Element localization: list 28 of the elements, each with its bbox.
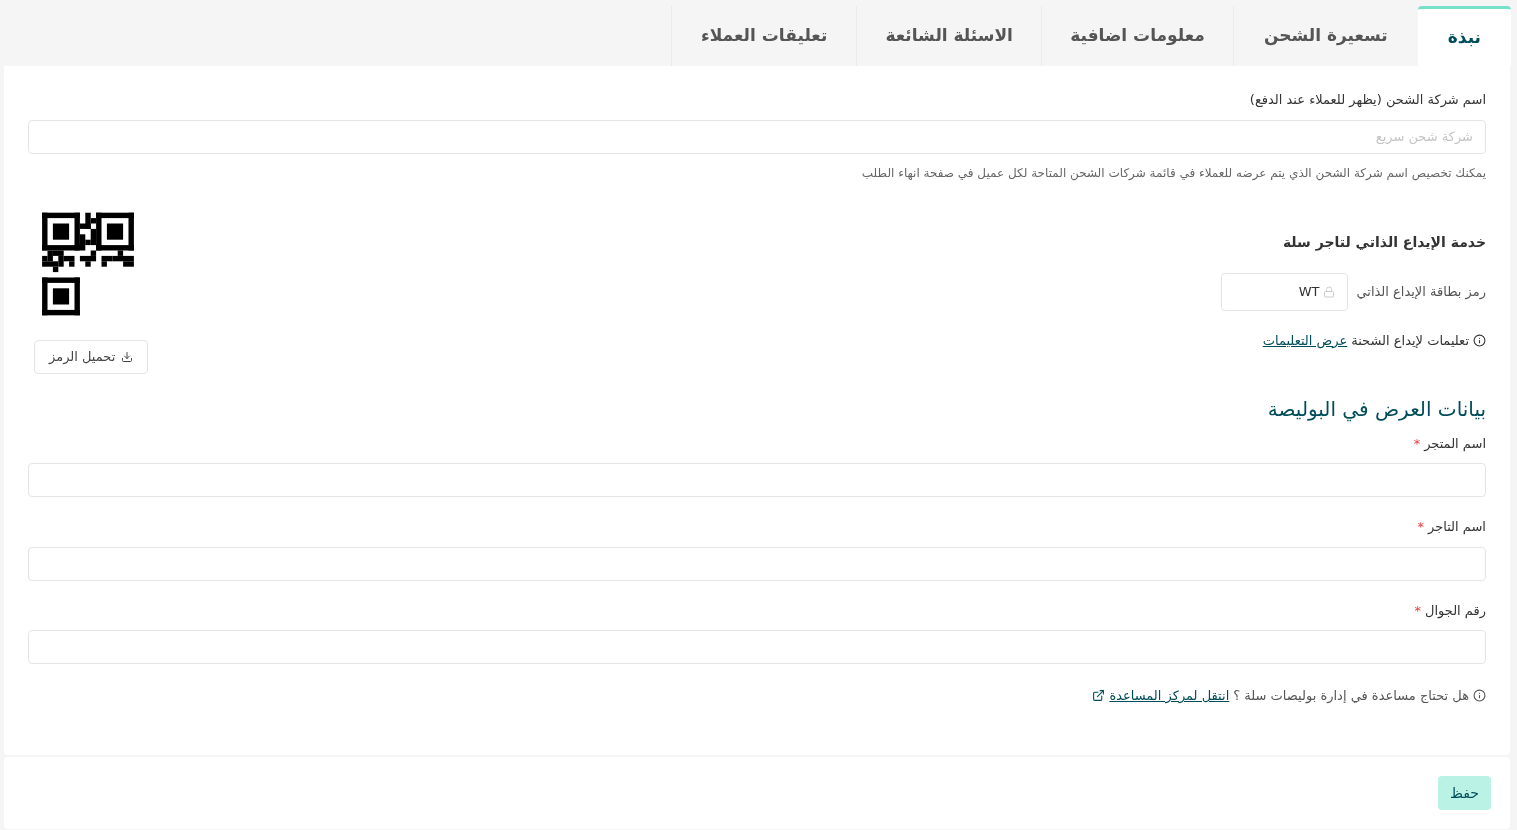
info-icon xyxy=(1473,689,1486,703)
download-icon xyxy=(121,350,134,363)
input-field[interactable] xyxy=(28,463,1486,497)
lock-icon xyxy=(1323,285,1336,298)
instructions-text: تعليمات لإيداع الشحنة xyxy=(1351,331,1469,350)
section-title: خدمة الإيداع الذاتي لتاجر سلة xyxy=(1281,232,1486,253)
instructions-link[interactable]: عرض التعليمات xyxy=(1262,330,1348,350)
section-title: بيانات العرض في البوليصة xyxy=(1266,395,1486,424)
required-mark: * xyxy=(1414,601,1421,620)
tab[interactable]: نبذة xyxy=(1417,6,1511,66)
hint-text: يمكنك تخصيص اسم شركة الشحن الذي يتم عرضه للعملاء في قائمة شركات الشحن المتاحة لكل عميل في صفحة انهاء الطلب xyxy=(860,164,1486,182)
field-label: رقم الجوال xyxy=(1425,601,1486,620)
field-label: اسم شركة الشحن (يظهر للعملاء عند الدفع) xyxy=(1248,91,1486,110)
help-center-link[interactable]: انتقل لمركز المساعدة xyxy=(1109,686,1230,706)
help-text: هل تحتاج مساعدة في إدارة بوليصات سلة ؟ xyxy=(1233,687,1469,706)
required-mark: * xyxy=(1417,518,1425,536)
external-link-icon xyxy=(1092,689,1106,703)
input-field[interactable] xyxy=(28,546,1486,581)
input-field[interactable] xyxy=(28,630,1486,664)
code-field: WT xyxy=(1221,272,1349,311)
field-label: اسم المتجر xyxy=(1424,434,1486,453)
save-button[interactable]: حفظ xyxy=(1437,776,1491,810)
download-button[interactable]: تحميل الرمز xyxy=(34,339,149,374)
field-label: اسم التاجر xyxy=(1428,518,1486,537)
input-field[interactable]: شركة شحن سريع xyxy=(28,119,1486,154)
field-label: رمز بطاقة الإيداع الذاتي xyxy=(1356,282,1486,302)
required-mark: * xyxy=(1413,434,1421,453)
info-icon xyxy=(1473,333,1486,347)
